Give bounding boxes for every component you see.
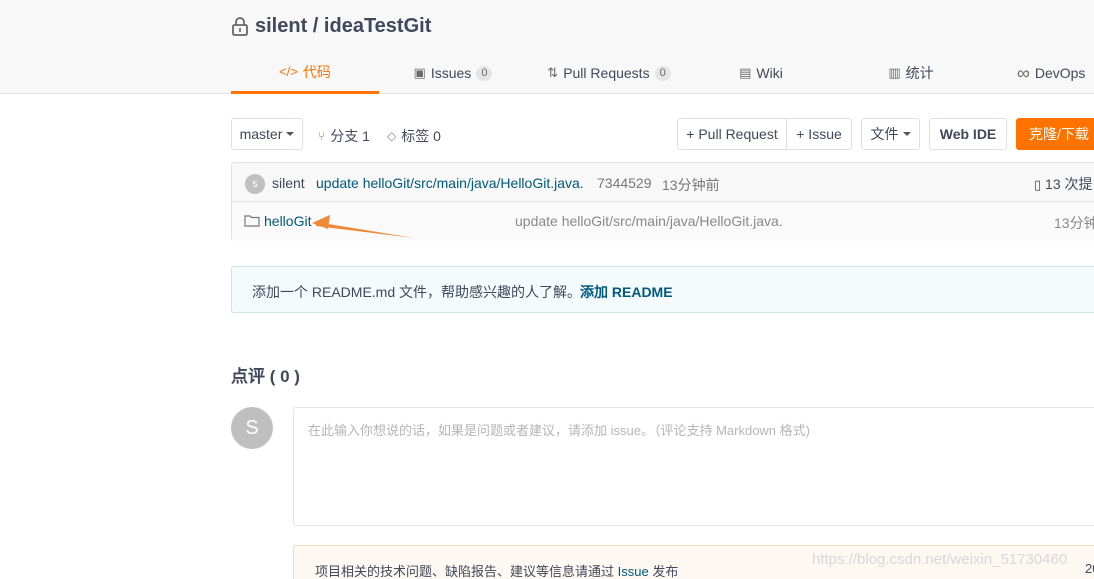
tab-label: Wiki	[756, 65, 783, 81]
file-commit-message[interactable]: update helloGit/src/main/java/HelloGit.j…	[515, 213, 783, 229]
arrow-head	[312, 215, 330, 229]
commit-time: 13分钟前	[662, 177, 720, 193]
branches-link[interactable]: ⑂ 分支 1	[318, 126, 370, 146]
readme-notice-text: 添加一个 README.md 文件，帮助感兴趣的人了解。	[252, 284, 582, 300]
files-label: 文件	[870, 126, 899, 142]
chevron-down-icon	[902, 132, 911, 136]
tab-stats[interactable]: ▥ 统计	[881, 52, 941, 94]
comments-title: 点评 ( 0 )	[231, 367, 300, 386]
repo-name-link[interactable]: ideaTestGit	[324, 15, 431, 38]
pull-request-icon: ⇅	[547, 65, 559, 80]
tab-label: Pull Requests	[563, 65, 650, 81]
folder-icon	[244, 214, 260, 230]
tab-code[interactable]: </> 代码	[231, 52, 379, 94]
tab-devops[interactable]: ∞ DevOps	[1017, 52, 1094, 94]
commit-message-link[interactable]: update helloGit/src/main/java/HelloGit.j…	[316, 175, 584, 191]
new-pull-request-button[interactable]: + Pull Request	[677, 118, 787, 150]
tab-pull-requests[interactable]: ⇅ Pull Requests 0	[539, 52, 679, 94]
issues-count-badge: 0	[476, 65, 493, 81]
repo-title: silent / ideaTestGit	[231, 13, 431, 39]
new-issue-button[interactable]: + Issue	[786, 118, 852, 150]
tag-icon: ◇	[387, 129, 397, 143]
branch-select[interactable]: master	[231, 118, 303, 150]
file-commit-time: 13分钟	[1054, 215, 1094, 231]
commit-author[interactable]: silent	[272, 175, 305, 191]
issue-link[interactable]: Issue	[618, 564, 649, 579]
watermark: https://blog.csdn.net/weixin_51730460	[812, 551, 1068, 568]
document-icon: ▯	[1034, 177, 1042, 192]
repo-owner-link[interactable]: silent	[255, 15, 307, 38]
files-menu-button[interactable]: 文件	[861, 118, 920, 150]
add-readme-link[interactable]: 添加 README	[580, 282, 673, 302]
repo-header: silent / ideaTestGit </> 代码 ▣ Issues 0 ⇅…	[0, 0, 1094, 94]
branch-icon: ⑂	[318, 129, 326, 143]
devops-icon: ∞	[1017, 62, 1030, 83]
chevron-down-icon	[286, 132, 295, 136]
pr-count-badge: 0	[654, 65, 671, 81]
issue-notice-prefix: 项目相关的技术问题、缺陷报告、建议等信息请通过	[315, 564, 618, 579]
avatar: S	[231, 407, 273, 449]
tab-label: 代码	[302, 63, 331, 80]
issues-icon: ▣	[413, 65, 426, 80]
branch-name: master	[239, 126, 283, 142]
arrow-shaft	[316, 222, 414, 238]
tab-issues[interactable]: ▣ Issues 0	[403, 52, 503, 94]
lock-icon	[232, 17, 248, 36]
commits-count-link[interactable]: ▯ 13 次提	[1034, 174, 1093, 194]
repo-separator: /	[307, 14, 324, 37]
branches-label: 分支 1	[330, 128, 370, 144]
issue-notice-trailing: 20	[1085, 561, 1094, 576]
commit-hash[interactable]: 7344529	[597, 175, 652, 191]
web-ide-button[interactable]: Web IDE	[929, 118, 1007, 150]
avatar[interactable]: s	[245, 174, 265, 194]
code-icon: </>	[279, 64, 298, 79]
folder-link[interactable]: helloGit	[264, 213, 311, 229]
clone-download-button[interactable]: 克隆/下载	[1016, 118, 1094, 150]
annotation-arrow	[312, 215, 414, 238]
stats-icon: ▥	[888, 65, 901, 80]
issue-notice-text: 项目相关的技术问题、缺陷报告、建议等信息请通过 Issue 发布	[315, 561, 678, 579]
tab-label: DevOps	[1034, 65, 1086, 81]
tab-wiki[interactable]: ▤ Wiki	[731, 52, 791, 94]
readme-notice: 添加一个 README.md 文件，帮助感兴趣的人了解。 添加 README	[231, 266, 1094, 313]
commits-count-label: 13 次提	[1045, 176, 1093, 192]
wiki-icon: ▤	[739, 65, 752, 80]
comment-input[interactable]	[293, 407, 1094, 526]
tags-link[interactable]: ◇ 标签 0	[387, 126, 441, 146]
latest-commit-row: s silent update helloGit/src/main/java/H…	[232, 163, 1094, 202]
tags-label: 标签 0	[401, 128, 441, 144]
tab-label: 统计	[905, 65, 934, 81]
repo-tabs: </> 代码 ▣ Issues 0 ⇅ Pull Requests 0 ▤ Wi…	[231, 52, 1094, 94]
tab-label: Issues	[430, 65, 472, 81]
issue-notice-suffix: 发布	[648, 564, 679, 579]
